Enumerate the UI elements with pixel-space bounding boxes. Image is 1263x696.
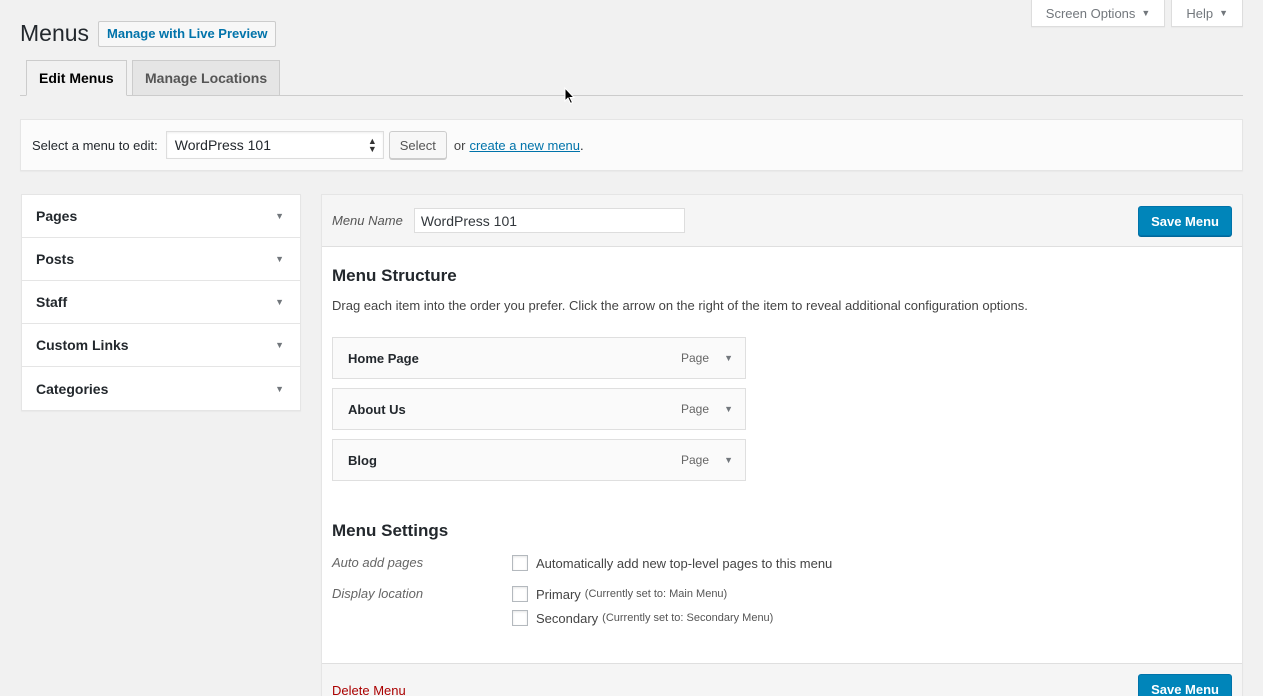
location-secondary-checkbox[interactable] (512, 610, 528, 626)
caret-down-icon[interactable]: ▼ (724, 404, 733, 414)
menu-item-title: About Us (348, 401, 406, 417)
accordion-item-posts[interactable]: Posts ▼ (22, 238, 300, 281)
select-menu-label: Select a menu to edit: (32, 137, 158, 153)
menu-item[interactable]: Home Page Page ▼ (332, 337, 746, 379)
tab-manage-locations[interactable]: Manage Locations (132, 60, 281, 96)
save-menu-button-bottom[interactable]: Save Menu (1138, 674, 1232, 696)
accordion-item-label: Custom Links (36, 337, 129, 353)
menu-item-title: Home Page (348, 350, 419, 366)
caret-down-icon: ▼ (275, 254, 284, 264)
menu-edit-panel: Menu Name WordPress 101 Save Menu Menu S… (321, 194, 1243, 696)
screen-meta-links: Screen Options ▼ Help ▼ (1030, 0, 1243, 27)
select-menu-bar: Select a menu to edit: WordPress 101 ▲ ▼ … (20, 119, 1243, 171)
display-location-setting: Display location Primary (Currently set … (332, 586, 1232, 626)
caret-down-icon: ▼ (275, 297, 284, 307)
caret-down-icon: ▼ (275, 211, 284, 221)
menu-item[interactable]: Blog Page ▼ (332, 439, 746, 481)
add-menu-items-accordion: Pages ▼ Posts ▼ Staff ▼ Custom Links ▼ C… (21, 194, 301, 411)
menu-select-value: WordPress 101 (174, 137, 271, 153)
select-button[interactable]: Select (388, 131, 447, 159)
menu-name-label: Menu Name (332, 213, 403, 228)
location-note: (Currently set to: Secondary Menu) (602, 612, 774, 624)
menu-items-list: Home Page Page ▼ About Us Page ▼ Blog Pa… (332, 337, 1232, 481)
accordion-item-custom-links[interactable]: Custom Links ▼ (22, 324, 300, 367)
page-heading: Menus Manage with Live Preview (20, 20, 277, 47)
help-label: Help (1186, 5, 1214, 21)
mouse-cursor-icon (564, 87, 576, 105)
caret-down-icon: ▼ (275, 383, 284, 394)
location-primary-checkbox[interactable] (512, 586, 528, 602)
select-arrows-icon: ▲ ▼ (367, 136, 377, 154)
accordion-item-categories[interactable]: Categories ▼ (22, 367, 300, 410)
auto-add-option[interactable]: Automatically add new top-level pages to… (512, 555, 832, 571)
caret-down-icon: ▼ (275, 340, 284, 350)
tab-edit-menus[interactable]: Edit Menus (26, 60, 127, 96)
delete-menu-link[interactable]: Delete Menu (332, 683, 406, 696)
menu-select-dropdown[interactable]: WordPress 101 ▲ ▼ (165, 131, 384, 159)
create-new-menu-link[interactable]: create a new menu (469, 138, 580, 153)
location-name: Secondary (536, 610, 599, 626)
menu-item[interactable]: About Us Page ▼ (332, 388, 746, 430)
location-primary-option[interactable]: Primary (Currently set to: Main Menu) (512, 586, 773, 602)
accordion-item-label: Categories (36, 380, 109, 397)
menu-header: Menu Name WordPress 101 Save Menu (322, 195, 1242, 247)
accordion-item-pages[interactable]: Pages ▼ (22, 195, 300, 238)
auto-add-option-label: Automatically add new top-level pages to… (536, 555, 833, 571)
location-note: (Currently set to: Main Menu) (584, 588, 728, 600)
menu-settings-title: Menu Settings (332, 521, 449, 540)
screen-options-button[interactable]: Screen Options ▼ (1030, 0, 1166, 27)
save-menu-button[interactable]: Save Menu (1138, 206, 1232, 236)
menu-name-input[interactable]: WordPress 101 (413, 208, 685, 233)
caret-down-icon: ▼ (1219, 8, 1228, 18)
or-text: or (453, 137, 466, 153)
menu-item-type: Page (680, 402, 709, 416)
accordion-item-label: Staff (36, 294, 68, 310)
menu-item-type: Page (680, 453, 709, 467)
menu-instructions: Drag each item into the order you prefer… (332, 298, 1028, 313)
auto-add-label: Auto add pages (332, 555, 424, 570)
period-text: . (580, 137, 584, 153)
accordion-item-staff[interactable]: Staff ▼ (22, 281, 300, 324)
nav-tabs: Edit Menus Manage Locations (20, 60, 1243, 96)
screen-options-label: Screen Options (1045, 5, 1136, 21)
caret-down-icon: ▼ (1141, 8, 1151, 18)
caret-down-icon[interactable]: ▼ (724, 455, 733, 465)
help-button[interactable]: Help ▼ (1171, 0, 1243, 27)
live-preview-button[interactable]: Manage with Live Preview (98, 20, 277, 47)
menu-footer: Delete Menu Save Menu (322, 663, 1242, 696)
menu-body: Menu Structure Drag each item into the o… (322, 266, 1242, 626)
display-location-label: Display location (332, 586, 424, 601)
auto-add-checkbox[interactable] (512, 555, 528, 571)
location-name: Primary (536, 586, 581, 602)
menu-item-type: Page (680, 351, 709, 365)
menu-item-title: Blog (348, 452, 377, 468)
menu-structure-title: Menu Structure (332, 266, 457, 285)
page-title: Menus (20, 20, 90, 46)
accordion-item-label: Posts (36, 251, 75, 267)
location-secondary-option[interactable]: Secondary (Currently set to: Secondary M… (512, 610, 773, 626)
accordion-item-label: Pages (36, 208, 78, 224)
caret-down-icon[interactable]: ▼ (724, 353, 733, 363)
auto-add-setting: Auto add pages Automatically add new top… (332, 555, 1232, 571)
